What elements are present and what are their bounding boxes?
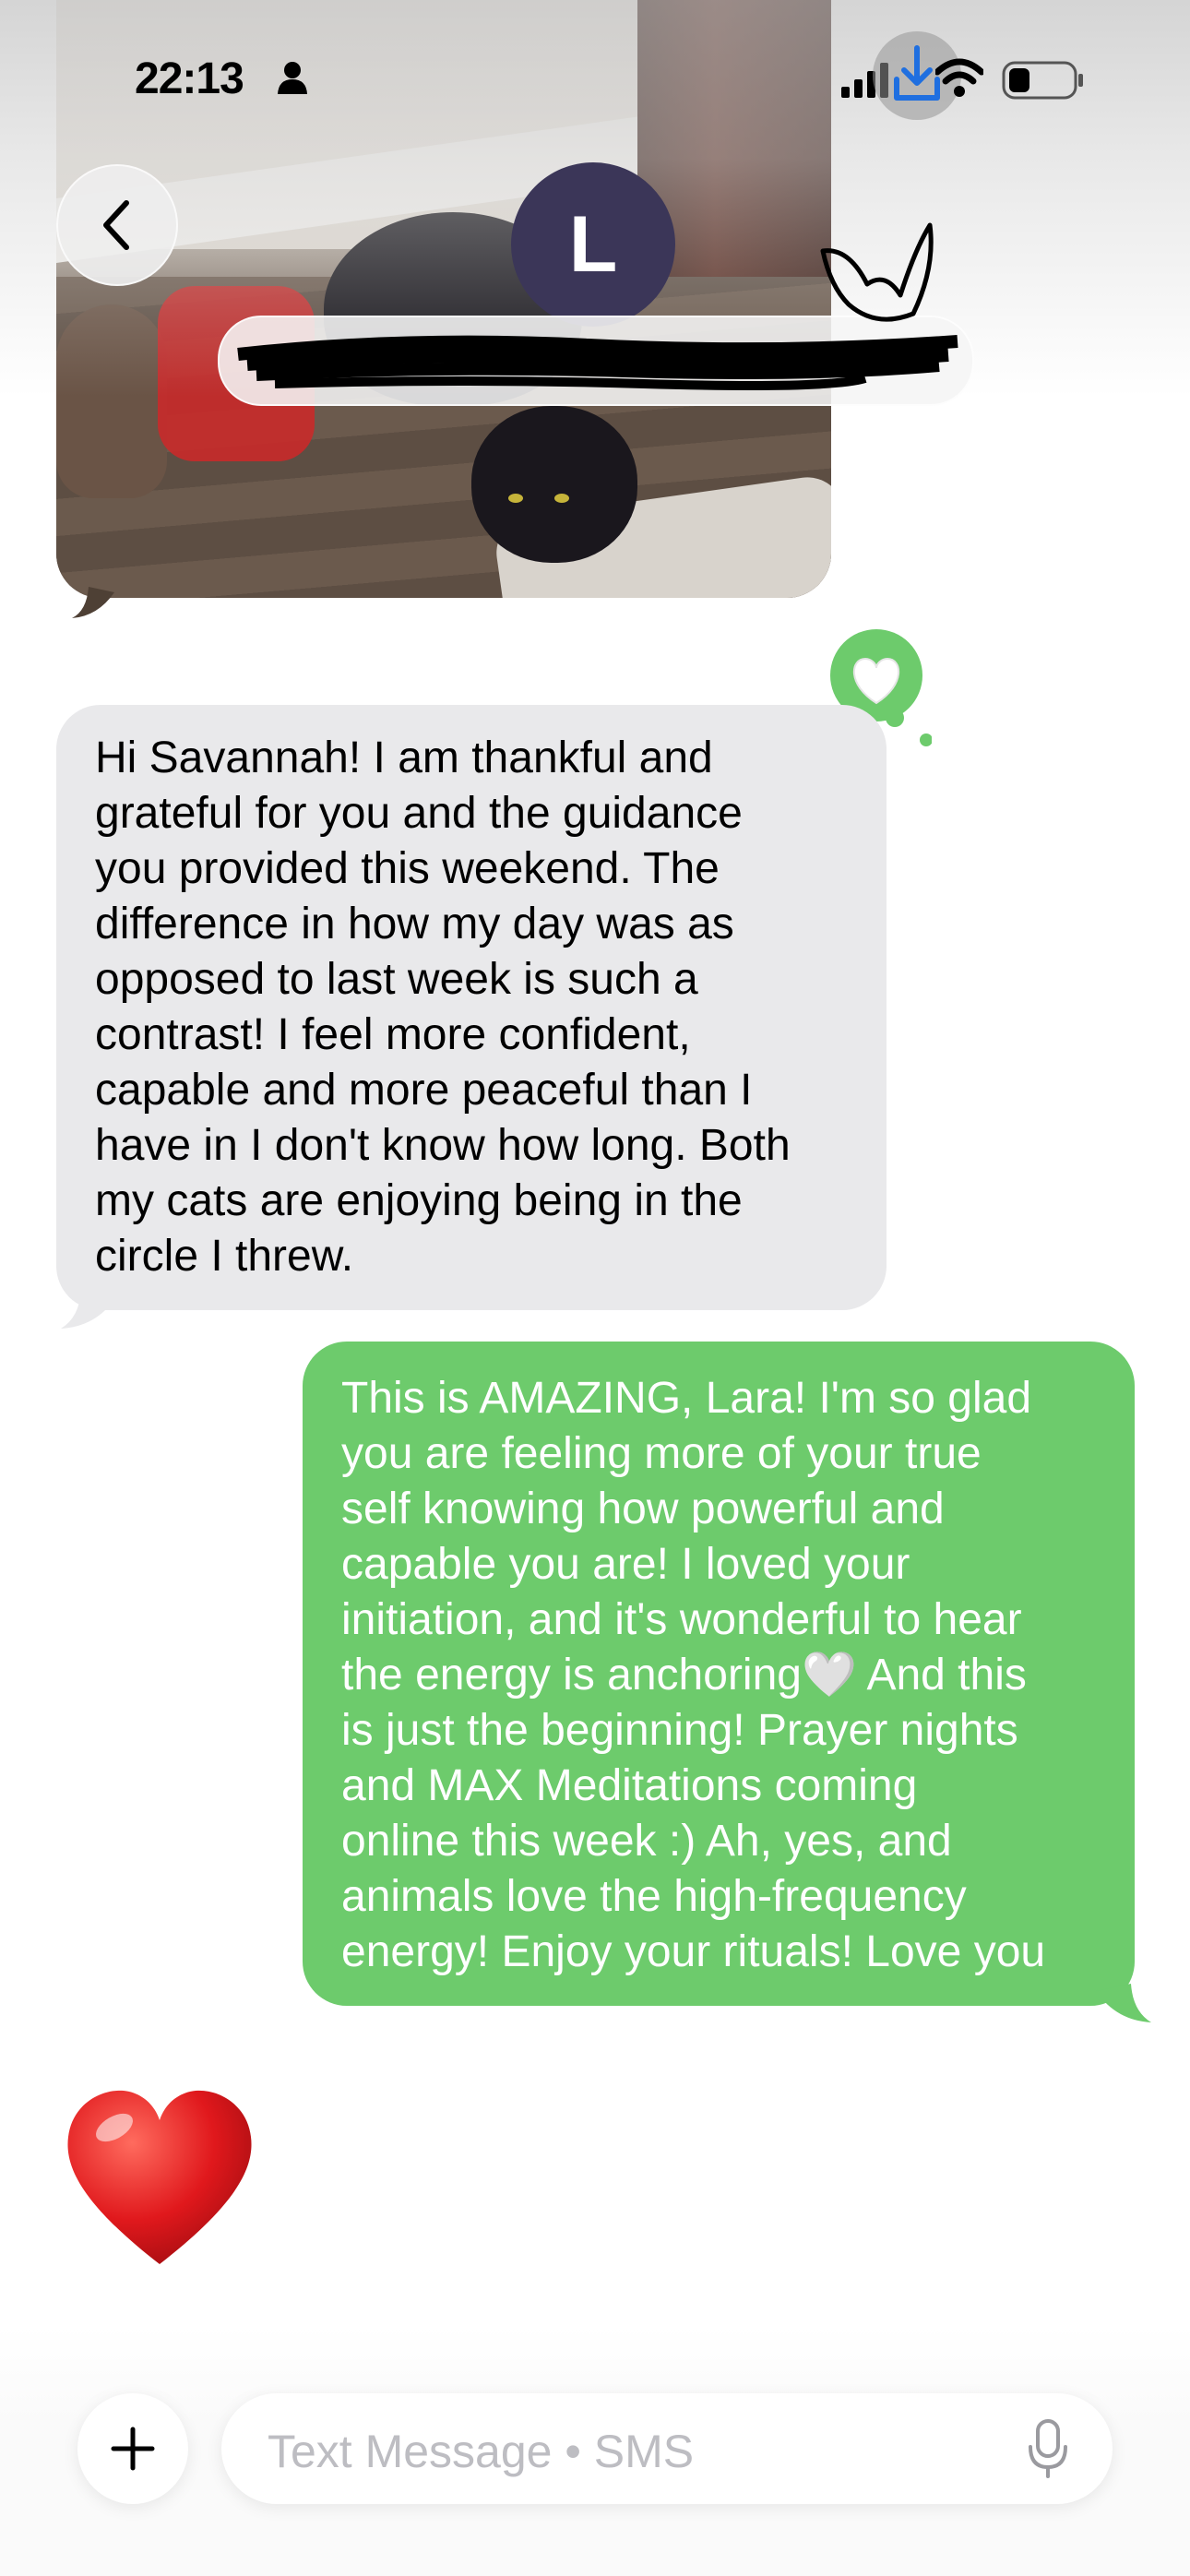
- plus-icon: [111, 2427, 155, 2471]
- message-line: is just the beginning! Prayer nights: [341, 1706, 1018, 1755]
- cat-eye-right: [554, 494, 569, 503]
- status-bar: 22:13: [0, 0, 1190, 157]
- message-line: you provided this weekend. The: [95, 844, 720, 893]
- message-line: online this week :) Ah, yes, and: [341, 1817, 952, 1866]
- red-heart-emoji-message[interactable]: [63, 2083, 256, 2277]
- message-input-placeholder: Text Message • SMS: [268, 2426, 695, 2477]
- message-line: you are feeling more of your true: [341, 1429, 982, 1478]
- incoming-image-tail: [72, 587, 114, 618]
- incoming-message-bubble[interactable]: Hi Savannah! I am thankful and grateful …: [56, 705, 887, 1310]
- outgoing-bubble-tail: [1096, 1984, 1151, 2022]
- cat-eye-left: [508, 494, 523, 503]
- message-line: This is AMAZING, Lara! I'm so glad: [341, 1374, 1032, 1423]
- message-line: and MAX Meditations coming: [341, 1761, 918, 1810]
- home-indicator-area: [0, 2521, 1190, 2576]
- message-line: animals love the high-frequency: [341, 1872, 967, 1921]
- message-line: energy! Enjoy your rituals! Love you: [341, 1927, 1046, 1976]
- message-line: opposed to last week is such a: [95, 955, 698, 1004]
- message-line: grateful for you and the guidance: [95, 789, 743, 838]
- message-line: my cats are enjoying being in the: [95, 1176, 743, 1225]
- person-icon: [278, 62, 307, 94]
- wifi-icon: [935, 58, 983, 97]
- message-line: Hi Savannah! I am thankful and: [95, 733, 713, 782]
- message-line: initiation, and it's wonderful to hear: [341, 1595, 1022, 1644]
- mic-icon[interactable]: [1028, 2419, 1068, 2478]
- battery-icon: [1002, 61, 1083, 100]
- contact-avatar[interactable]: L: [511, 162, 675, 327]
- message-line: self knowing how powerful and: [341, 1485, 945, 1533]
- message-line: have in I don't know how long. Both: [95, 1121, 791, 1170]
- message-line: the energy is anchoring🤍 And this: [341, 1651, 1027, 1699]
- back-button[interactable]: [56, 164, 178, 286]
- message-line: difference in how my day was as: [95, 900, 734, 948]
- outgoing-message-bubble[interactable]: This is AMAZING, Lara! I'm so glad you a…: [303, 1342, 1135, 2006]
- heart-doodle: [820, 222, 934, 322]
- add-attachment-button[interactable]: [77, 2393, 188, 2504]
- status-time: 22:13: [135, 54, 244, 103]
- message-line: contrast! I feel more confident,: [95, 1010, 691, 1059]
- chevron-left-icon: [103, 200, 129, 250]
- message-line: capable and more peaceful than I: [95, 1066, 753, 1115]
- message-line: circle I threw.: [95, 1232, 354, 1281]
- incoming-bubble-tail: [61, 1290, 116, 1329]
- message-line: capable you are! I loved your: [341, 1540, 910, 1589]
- cat-head: [471, 406, 637, 563]
- message-input[interactable]: Text Message • SMS: [221, 2393, 1113, 2504]
